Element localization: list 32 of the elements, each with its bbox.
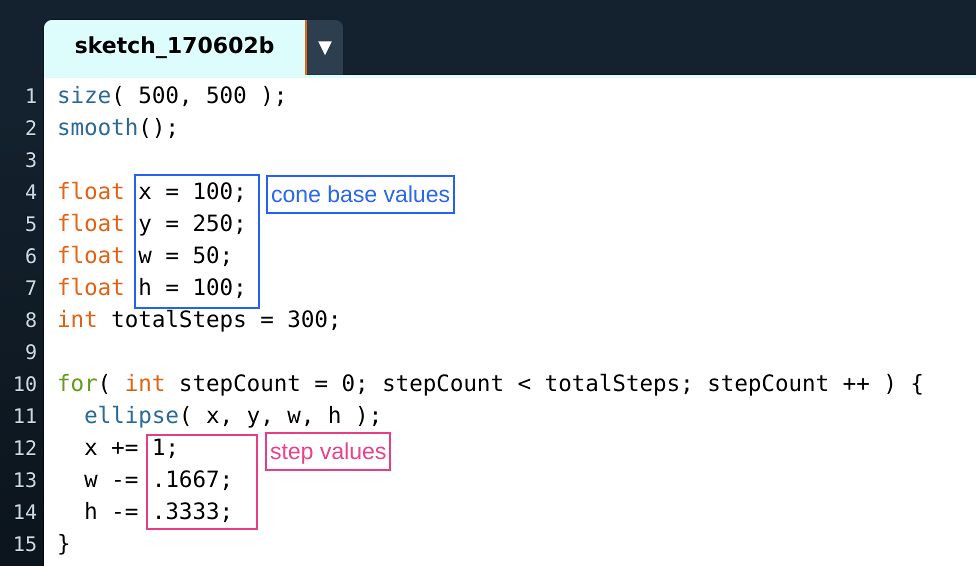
code-line: float x = 100; [57,178,247,207]
line-number: 15 [12,531,38,558]
line-number: 10 [12,371,38,398]
code-line: for( int stepCount = 0; stepCount < totalSteps; stepCount ++ ) { [57,370,924,399]
line-number: 14 [12,499,38,526]
line-number: 7 [24,275,38,302]
annotation-label: cone base values [266,175,456,214]
line-number: 5 [24,211,38,238]
line-number: 13 [12,467,38,494]
code-line: float h = 100; [57,274,247,303]
line-number: 6 [24,243,38,270]
code-line: w -= .1667; [83,466,234,495]
code-line: size( 500, 500 ); [57,82,288,111]
line-number: 2 [24,115,38,142]
code-line: ellipse( x, y, w, h ); [83,402,382,431]
tab-menu-button[interactable]: ▼ [307,20,343,75]
annotation-label: step values [265,432,392,471]
sketch-tab[interactable]: sketch_170602b [44,20,307,75]
code-line: x += 1; [83,434,179,463]
code-line: float w = 50; [57,242,234,271]
line-number: 8 [24,307,38,334]
code-line: h -= .3333; [83,498,234,527]
line-number: 3 [24,147,38,174]
line-number: 9 [24,339,38,366]
line-number: 1 [24,83,38,110]
code-line: int totalSteps = 300; [57,306,342,335]
code-line: } [57,530,71,559]
line-number: 4 [24,179,38,206]
code-line: float y = 250; [57,210,247,239]
line-number: 12 [12,435,38,462]
line-number: 11 [12,403,38,430]
code-line: smooth(); [57,114,179,143]
